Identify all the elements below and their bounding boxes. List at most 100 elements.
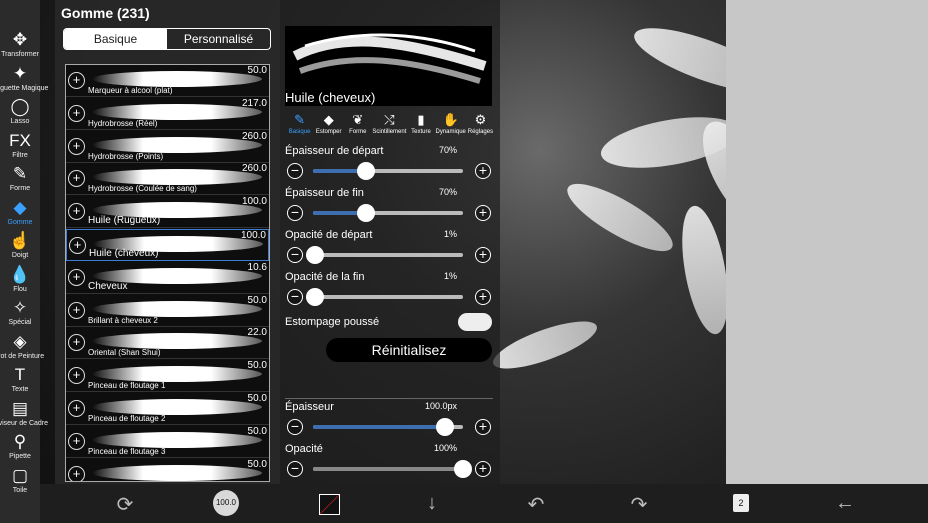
layers-button[interactable]: 2	[733, 494, 749, 512]
add-brush-icon[interactable]: +	[68, 72, 85, 89]
plus-icon[interactable]: +	[475, 205, 491, 221]
brush-name: Pinceau de floutage 1	[88, 381, 166, 391]
tool-sp-cial[interactable]: ✧ Spécial	[0, 298, 40, 327]
tab-basique[interactable]: Basique	[64, 29, 167, 49]
plus-icon[interactable]: +	[475, 461, 491, 477]
brush-row[interactable]: +10.6 Cheveux	[66, 262, 269, 294]
minus-icon[interactable]: −	[287, 461, 303, 477]
add-brush-icon[interactable]: +	[69, 237, 86, 254]
tool-transformer[interactable]: ✥ Transformer	[0, 30, 40, 59]
add-brush-icon[interactable]: +	[68, 334, 85, 352]
brush-row[interactable]: +50.0 Brillant à cheveux 2	[66, 295, 269, 327]
add-brush-icon[interactable]: +	[68, 400, 85, 417]
redo-icon[interactable]: ↷	[626, 492, 652, 517]
tool-texte[interactable]: T Texte	[0, 365, 40, 394]
add-brush-icon[interactable]: +	[68, 268, 85, 286]
category-texture[interactable]: ▮ Texture	[406, 112, 435, 140]
brush-settings-panel: Huile (cheveux) ✎ Basique ◆ Estomper ❦ Forme ⤭…	[280, 0, 500, 484]
category-estomper[interactable]: ◆ Estomper	[314, 112, 343, 140]
category-label: Estomper	[315, 129, 342, 135]
brush-row[interactable]: +50.0 Pinceau de floutage 4	[66, 459, 269, 481]
slider-fill	[313, 467, 463, 471]
category-scintillement[interactable]: ⤭ Scintillement	[372, 112, 406, 140]
slider-track[interactable]	[313, 162, 463, 180]
tool-filtre[interactable]: FX Filtre	[0, 131, 40, 160]
brush-row[interactable]: +217.0 Hydrobrosse (Réel)	[66, 98, 269, 130]
brush-stroke-preview	[92, 464, 262, 481]
slider-track[interactable]	[313, 418, 463, 436]
brush-row[interactable]: +50.0 Pinceau de floutage 1	[66, 360, 269, 393]
settings-categories: ✎ Basique ◆ Estomper ❦ Forme ⤭ Scintillement ▮ Te…	[285, 112, 495, 140]
color-swatch[interactable]	[319, 494, 340, 515]
category-basique[interactable]: ✎ Basique	[285, 112, 314, 140]
tool-toile[interactable]: ▢ Toile	[0, 466, 40, 495]
slider-knob[interactable]	[305, 246, 324, 264]
hand-icon: ✋	[442, 112, 459, 127]
tab-personnalise[interactable]: Personnalisé	[167, 29, 270, 49]
brush-row[interactable]: +260.0 Hydrobrosse (Points)	[66, 131, 269, 163]
page-icon: ▮	[417, 112, 425, 127]
add-brush-icon[interactable]: +	[68, 465, 85, 481]
plus-icon[interactable]: +	[475, 289, 491, 305]
brush-row[interactable]: +22.0 Oriental (Shan Shui)	[66, 327, 269, 360]
slider-row: Opacité de la fin 1% − +	[285, 271, 495, 311]
arrow-down-icon[interactable]: ↓	[419, 492, 445, 515]
slider-value: 1%	[443, 229, 457, 239]
brush-size-button[interactable]: 100.0	[213, 490, 239, 516]
add-brush-icon[interactable]: +	[68, 170, 85, 188]
tool-baguette-magique[interactable]: ✦Baguette Magique	[0, 64, 48, 93]
back-arrow-icon[interactable]: ←	[832, 492, 858, 515]
tool-lasso[interactable]: ◯ Lasso	[0, 97, 40, 126]
add-brush-icon[interactable]: +	[68, 301, 85, 319]
slider-knob[interactable]	[454, 460, 472, 478]
tool-doigt[interactable]: ☝ Doigt	[0, 231, 40, 260]
tool-pipette[interactable]: ⚲ Pipette	[0, 432, 40, 461]
add-brush-icon[interactable]: +	[68, 203, 85, 221]
slider-track[interactable]	[313, 460, 472, 478]
tool-forme[interactable]: ✎ Forme	[0, 164, 40, 193]
tool-diviseur-de-cadre[interactable]: ▤Diviseur de Cadre	[0, 399, 48, 428]
add-brush-icon[interactable]: +	[68, 432, 85, 450]
add-brush-icon[interactable]: +	[68, 137, 85, 155]
brush-row[interactable]: +100.0 Huile (cheveux)	[66, 229, 269, 261]
plus-icon[interactable]: +	[475, 163, 491, 179]
brush-stroke-preview	[92, 300, 262, 317]
reset-button[interactable]: Réinitialisez	[326, 338, 492, 362]
tool-flou[interactable]: 💧 Flou	[0, 265, 40, 294]
tool-pot-de-peinture[interactable]: ◈ Pot de Peinture	[0, 332, 44, 361]
add-brush-icon[interactable]: +	[68, 367, 85, 385]
tool-label: Flou	[13, 285, 27, 293]
slider-knob[interactable]	[356, 204, 375, 222]
category-r-glages[interactable]: ⚙ Réglages	[466, 112, 495, 140]
brush-name: Cheveux	[88, 280, 128, 292]
plus-icon[interactable]: +	[475, 247, 491, 263]
slider-track[interactable]	[313, 204, 463, 222]
eyedropper-icon: ⚲	[13, 432, 27, 451]
brush-name: Marqueur à alcool (plat)	[88, 86, 173, 95]
brush-list[interactable]: +50.0 Marqueur à alcool (plat) +217.0 Hydro…	[65, 64, 270, 482]
slider-track[interactable]	[305, 288, 463, 306]
brush-row[interactable]: +50.0 Pinceau de floutage 2	[66, 393, 269, 425]
brush-row[interactable]: +260.0 Hydrobrosse (Coulée de sang)	[66, 163, 269, 196]
slider-track[interactable]	[305, 246, 463, 264]
minus-icon[interactable]: −	[287, 205, 303, 221]
rotate-icon[interactable]: ⟳	[112, 492, 138, 517]
add-brush-icon[interactable]: +	[68, 104, 85, 122]
brush-stroke-preview	[92, 136, 262, 153]
slider-knob[interactable]	[356, 162, 375, 180]
stamp-toggle[interactable]	[458, 313, 492, 331]
minus-icon[interactable]: −	[287, 289, 303, 305]
tool-gomme[interactable]: ◆ Gomme	[0, 198, 40, 227]
minus-icon[interactable]: −	[287, 247, 303, 263]
slider-knob[interactable]	[436, 418, 454, 436]
category-dynamique[interactable]: ✋ Dynamique	[436, 112, 466, 140]
plus-icon[interactable]: +	[475, 419, 491, 435]
brush-row[interactable]: +100.0 Huile (Rugueux)	[66, 196, 269, 229]
slider-knob[interactable]	[305, 288, 324, 306]
category-forme[interactable]: ❦ Forme	[343, 112, 372, 140]
minus-icon[interactable]: −	[287, 419, 303, 435]
brush-row[interactable]: +50.0 Pinceau de floutage 3	[66, 426, 269, 458]
undo-icon[interactable]: ↶	[523, 492, 549, 517]
brush-row[interactable]: +50.0 Marqueur à alcool (plat)	[66, 65, 269, 97]
minus-icon[interactable]: −	[287, 163, 303, 179]
